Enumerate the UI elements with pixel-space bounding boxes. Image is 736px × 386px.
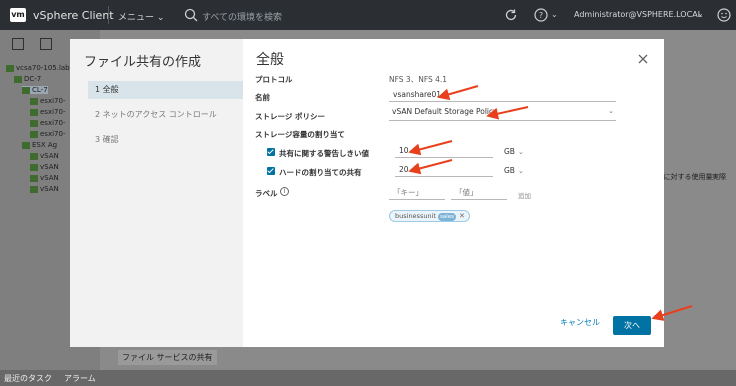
remove-tag-icon[interactable]: ✕ [459, 212, 465, 220]
tree-node[interactable]: vSAN [30, 174, 59, 182]
top-header: vm vSphere Client メニュー ⌄ すべての環境を検索 ? ⌄ A… [0, 0, 736, 30]
warning-threshold-label: 共有に関する警告しきい値 [279, 149, 369, 158]
tag-value: sales [437, 213, 456, 221]
hard-quota-checkbox[interactable] [267, 167, 275, 175]
page-title: 全般 [256, 52, 284, 68]
tree-node-icon [30, 97, 38, 105]
tree-node-icon [22, 141, 30, 149]
tree-node[interactable]: vSAN [30, 152, 59, 160]
step-general[interactable]: 1 全般 [88, 81, 243, 99]
help-icon[interactable]: ? [534, 8, 548, 22]
alarms-tab[interactable]: アラーム [64, 373, 96, 384]
name-label: 名前 [255, 93, 270, 102]
app-title: vSphere Client [33, 9, 114, 22]
tree-node[interactable]: esxi70- [30, 97, 65, 105]
user-chevron-down-icon[interactable]: ⌄ [697, 9, 704, 18]
tree-node-label: vcsa70-105.lab... [16, 64, 77, 72]
column-header: ﾙに対する使用量 [660, 173, 713, 181]
refresh-icon[interactable] [504, 8, 518, 22]
tree-node[interactable]: esxi70- [30, 130, 65, 138]
tag-key: businessunit [395, 212, 436, 220]
hard-quota-input[interactable] [395, 163, 493, 177]
info-icon[interactable]: i [280, 187, 289, 196]
tree-node-label: vSAN [40, 163, 59, 171]
file-service-shares-tab: ファイル サービスの共有 [118, 350, 217, 365]
tree-node-label: vSAN [40, 152, 59, 160]
chevron-down-icon: ⌄ [608, 107, 614, 115]
tree-node-label: esxi70- [40, 130, 66, 138]
storage-policy-select[interactable]: vSAN Default Storage Policy ⌄ [389, 107, 616, 121]
hard-unit: GB [504, 166, 515, 175]
label-value-input[interactable] [451, 186, 507, 200]
quota-label: ストレージ容量の割り当て [255, 130, 345, 139]
hard-quota-label: ハードの割り当ての共有 [279, 168, 362, 177]
bottom-bar: 最近のタスク アラーム [0, 370, 736, 386]
warning-unit: GB [504, 147, 515, 156]
tree-node-label: DC-7 [24, 75, 42, 83]
tree-node-label: esxi70- [40, 108, 66, 116]
add-label-link[interactable]: 追加 [518, 190, 531, 200]
tree-node-icon [30, 152, 38, 160]
step-review[interactable]: 3 確認 [88, 131, 243, 149]
tree-node[interactable]: vSAN [30, 185, 59, 193]
hosts-clusters-tab-icon[interactable] [12, 38, 24, 50]
protocol-value: NFS 3、NFS 4.1 [389, 75, 448, 84]
tree-node-label: esxi70- [40, 119, 66, 127]
close-icon[interactable] [637, 53, 649, 65]
next-button[interactable]: 次へ [613, 316, 651, 335]
help-chevron-down-icon[interactable]: ⌄ [551, 10, 558, 19]
tree-node-label: vSAN [40, 174, 59, 182]
tree-node[interactable]: esxi70- [30, 108, 65, 116]
tree-node-icon [22, 86, 30, 94]
tree-node-icon [30, 108, 38, 116]
chevron-down-icon: ⌄ [517, 167, 524, 175]
menu-dropdown[interactable]: メニュー ⌄ [118, 10, 164, 23]
wizard-content: 全般 プロトコル NFS 3、NFS 4.1 名前 ストレージ ポリシー vSA… [243, 39, 664, 347]
cancel-button[interactable]: キャンセル [560, 317, 600, 328]
tree-node-icon [14, 75, 22, 83]
label-key-input[interactable] [389, 186, 445, 200]
label-tag: businessunit sales ✕ [389, 210, 470, 222]
search-icon[interactable] [184, 8, 198, 22]
tree-node[interactable]: CL-7 [22, 86, 48, 94]
tree-node-label: vSAN [40, 185, 59, 193]
wizard-title: ファイル共有の作成 [84, 55, 202, 70]
step-network-access-control[interactable]: 2 ネットのアクセス コントロール [88, 106, 243, 124]
tree-node-label: ESX Ag [32, 141, 58, 149]
tree-node-icon [30, 174, 38, 182]
protocol-label: プロトコル [255, 75, 293, 84]
recent-tasks-tab[interactable]: 最近のタスク [4, 373, 52, 384]
column-header: 実際 [712, 173, 726, 181]
tree-node-icon [30, 163, 38, 171]
chevron-down-icon: ⌄ [517, 148, 524, 156]
hard-unit-select[interactable]: GB ⌄ [504, 166, 524, 175]
warning-threshold-input[interactable] [395, 144, 493, 158]
share-name-input[interactable] [389, 88, 616, 102]
tree-node-label: esxi70- [40, 97, 66, 105]
tree-node[interactable]: DC-7 [14, 75, 41, 83]
user-menu[interactable]: Administrator@VSPHERE.LOCAL [574, 10, 702, 19]
tree-node-icon [6, 64, 14, 72]
storage-policy-value: vSAN Default Storage Policy [392, 107, 498, 116]
vms-templates-tab-icon[interactable] [40, 38, 52, 50]
vmware-logo: vm [10, 8, 26, 22]
header-divider [108, 6, 109, 24]
tree-node-icon [30, 119, 38, 127]
tree-node[interactable]: vcsa70-105.lab... [6, 64, 76, 72]
create-file-share-dialog: ファイル共有の作成 1 全般 2 ネットのアクセス コントロール 3 確認 全般… [70, 39, 664, 347]
global-search-input[interactable]: すべての環境を検索 [202, 10, 282, 23]
storage-policy-label: ストレージ ポリシー [255, 112, 325, 121]
tree-node-icon [30, 130, 38, 138]
tree-node-label: CL-7 [32, 86, 48, 94]
labels-label: ラベル [255, 189, 278, 198]
warning-threshold-checkbox[interactable] [267, 148, 275, 156]
tree-node-icon [30, 185, 38, 193]
tree-node[interactable]: esxi70- [30, 119, 65, 127]
tree-node[interactable]: vSAN [30, 163, 59, 171]
tree-node[interactable]: ESX Ag [22, 141, 57, 149]
wizard-steps-pane: ファイル共有の作成 1 全般 2 ネットのアクセス コントロール 3 確認 [70, 39, 243, 347]
warning-unit-select[interactable]: GB ⌄ [504, 147, 524, 156]
feedback-smiley-icon[interactable] [717, 8, 731, 22]
svg-text:?: ? [539, 11, 543, 20]
